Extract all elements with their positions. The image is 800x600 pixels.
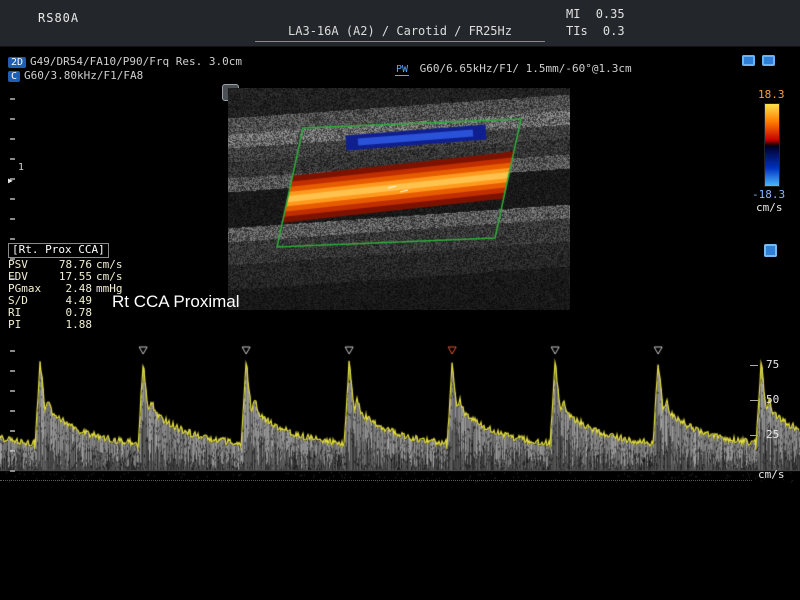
annotation-text: Rt CCA Proximal — [112, 292, 240, 312]
tis-value: 0.3 — [603, 24, 625, 38]
scale-label-50: 50 — [766, 393, 779, 406]
machine-model: RS80A — [38, 11, 79, 25]
baseline-dotted — [0, 480, 752, 481]
b-mode-params: 2D G49/DR54/FA10/P90/Frq Res. 3.0cm — [8, 55, 242, 68]
pw-mode-params: PW G60/6.65kHz/F1/ 1.5mm/-60°@1.3cm — [395, 62, 632, 76]
b-mode-values: G49/DR54/FA10/P90/Frq Res. 3.0cm — [30, 55, 242, 68]
bookmark-icon[interactable] — [764, 244, 777, 257]
scale-tick — [750, 435, 758, 436]
scale-tick — [750, 365, 758, 366]
tis-label: TIs — [566, 24, 588, 38]
monitor-icon[interactable] — [742, 55, 755, 66]
mi-value: 0.35 — [596, 7, 625, 21]
scale-label-25: 25 — [766, 428, 779, 441]
focus-marker-icon[interactable]: ▶ — [8, 176, 13, 185]
mi-readout: MI 0.35 — [566, 7, 625, 21]
mi-label: MI — [566, 7, 580, 21]
color-mode-params: C G60/3.80kHz/F1/FA8 — [8, 69, 143, 82]
color-scale-bar — [764, 103, 780, 187]
depth-label: 1 — [18, 162, 24, 173]
b-mode-badge[interactable]: 2D — [8, 57, 26, 68]
color-mode-values: G60/3.80kHz/F1/FA8 — [24, 69, 143, 82]
spectral-doppler-trace — [0, 335, 800, 485]
measurement-value: 1.88 — [56, 319, 92, 331]
scale-tick — [750, 400, 758, 401]
measurement-row: PI 1.88 — [8, 319, 134, 331]
color-scale-max: 18.3 — [758, 88, 785, 101]
color-mode-badge[interactable]: C — [8, 71, 20, 82]
scale-label-75: 75 — [766, 358, 779, 371]
pw-mode-badge[interactable]: PW — [395, 64, 409, 76]
pw-mode-values: G60/6.65kHz/F1/ 1.5mm/-60°@1.3cm — [420, 62, 632, 75]
color-scale-unit: cm/s — [756, 201, 783, 214]
spectral-unit: cm/s — [758, 468, 785, 481]
bmode-color-image — [228, 88, 570, 310]
tis-readout: TIs 0.3 — [566, 24, 625, 38]
measurement-label: PI — [8, 319, 56, 331]
network-icon[interactable] — [762, 55, 775, 66]
measurement-panel: [Rt. Prox CCA] PSV 78.76 cm/s EDV 17.55 … — [8, 243, 134, 331]
ultrasound-screen: RS80A LA3-16A (A2) / Carotid / FR25Hz MI… — [0, 0, 800, 600]
color-scale-min: -18.3 — [752, 188, 785, 201]
probe-preset-title: LA3-16A (A2) / Carotid / FR25Hz — [255, 24, 545, 42]
measurement-title: [Rt. Prox CCA] — [8, 243, 109, 258]
header-bar: RS80A LA3-16A (A2) / Carotid / FR25Hz MI… — [0, 0, 800, 47]
